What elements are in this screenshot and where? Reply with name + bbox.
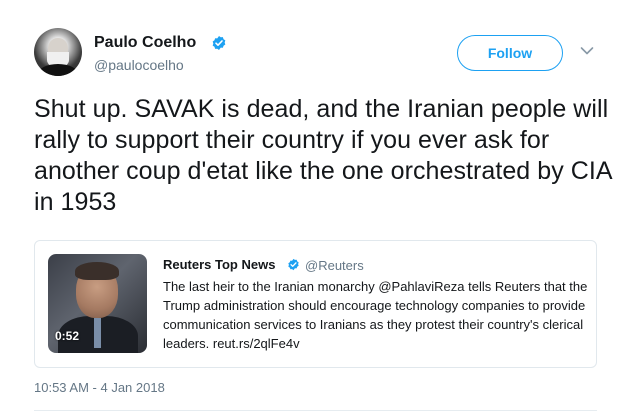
divider	[34, 410, 597, 411]
quoted-tweet-video-thumbnail[interactable]: 0:52	[48, 254, 147, 353]
thumbnail-hair	[75, 262, 119, 280]
follow-button[interactable]: Follow	[457, 35, 563, 71]
verified-badge-icon	[212, 36, 226, 50]
video-duration: 0:52	[55, 329, 80, 343]
verified-badge-icon	[288, 258, 299, 271]
quoted-tweet-handle[interactable]: @Reuters	[305, 258, 364, 273]
thumbnail-tie	[94, 318, 101, 348]
quoted-tweet-text: The last heir to the Iranian monarchy @P…	[163, 279, 588, 351]
author-handle[interactable]: @paulocoelho	[94, 57, 184, 73]
avatar-shirt	[38, 64, 78, 76]
author-avatar[interactable]	[34, 28, 82, 76]
quoted-tweet-card[interactable]: 0:52 Reuters Top News @Reuters The last …	[34, 240, 597, 368]
chevron-down-icon[interactable]	[580, 46, 594, 56]
quoted-tweet-display-name[interactable]: Reuters Top News	[163, 257, 275, 272]
tweet-text: Shut up. SAVAK is dead, and the Iranian …	[34, 95, 612, 216]
tweet-timestamp[interactable]: 10:53 AM - 4 Jan 2018	[34, 380, 165, 395]
tweet-card: Paulo Coelho @paulocoelho Follow Shut up…	[0, 0, 637, 415]
author-display-name[interactable]: Paulo Coelho	[94, 34, 196, 52]
